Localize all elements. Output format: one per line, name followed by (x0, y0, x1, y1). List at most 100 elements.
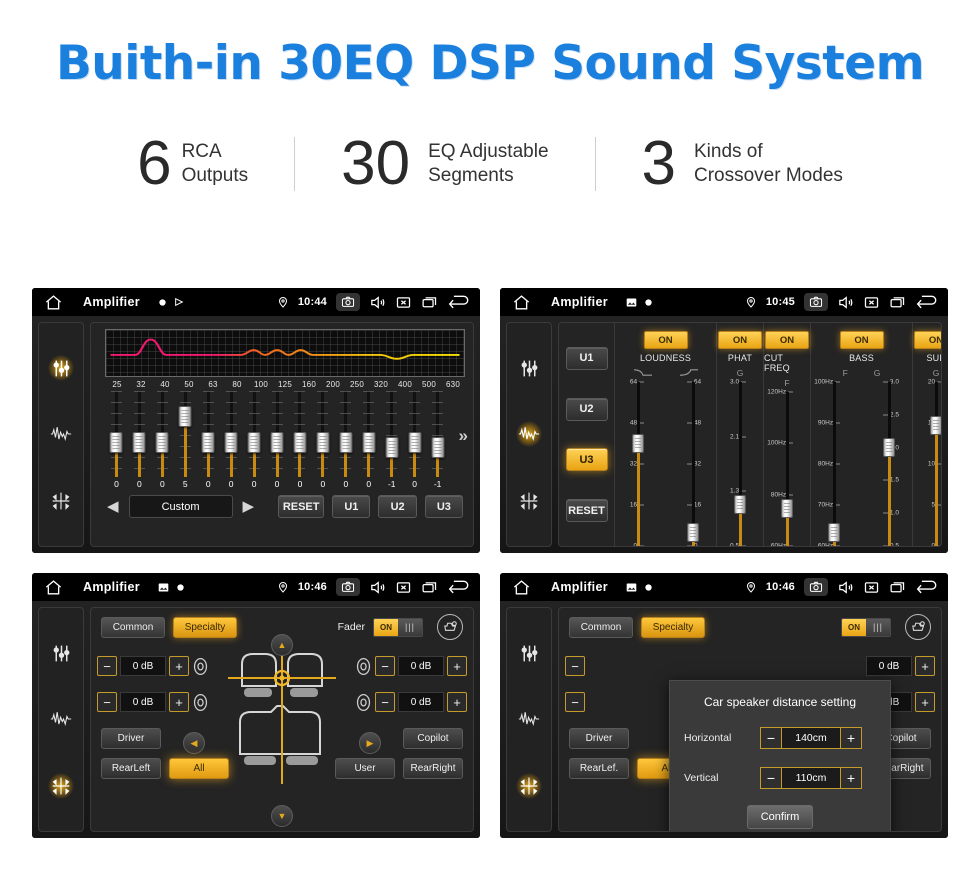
eq-slider-knob[interactable] (316, 431, 330, 453)
camera-icon[interactable] (804, 578, 828, 596)
tab-specialty[interactable]: Specialty (641, 616, 705, 638)
eq-slider-knob[interactable] (362, 431, 376, 453)
toggle-phat[interactable]: ON (718, 331, 762, 349)
preset-u2-button[interactable]: U2 (378, 495, 417, 518)
dsp-fader-2[interactable]: 3.02.52.01.51.00.5 (866, 379, 912, 546)
home-icon[interactable] (44, 578, 63, 597)
eq-slider-250[interactable] (334, 391, 357, 477)
camera-icon[interactable] (336, 578, 360, 596)
preset-prev-button[interactable]: ◀ (105, 499, 121, 514)
eq-slider-160[interactable] (289, 391, 312, 477)
eq-slider-32[interactable] (128, 391, 151, 477)
right-arrow-icon[interactable]: ▶ (359, 732, 381, 754)
volume-icon[interactable] (837, 294, 854, 311)
dsp-fader-1[interactable]: 64 48 32 16 0 (615, 379, 661, 546)
eq-slider-80[interactable] (220, 391, 243, 477)
eq-slider-knob[interactable] (385, 436, 399, 458)
recents-icon[interactable] (421, 294, 438, 311)
sidebar-item-dsp[interactable] (48, 706, 74, 732)
preset-u1-button[interactable]: U1 (332, 495, 371, 518)
increase-button[interactable]: + (840, 727, 862, 749)
tab-common[interactable]: Common (569, 616, 633, 638)
eq-slider-125[interactable] (266, 391, 289, 477)
dsp-fader-1[interactable]: 20151050 (913, 379, 941, 546)
increase-button[interactable]: + (915, 656, 935, 676)
close-box-icon[interactable] (395, 579, 412, 596)
car-seat-settings-icon[interactable] (437, 614, 463, 640)
close-box-icon[interactable] (863, 294, 880, 311)
eq-slider-knob[interactable] (201, 431, 215, 453)
fader-knob[interactable] (883, 437, 895, 457)
tab-specialty[interactable]: Specialty (173, 616, 237, 638)
back-arrow-icon[interactable] (915, 579, 938, 596)
eq-slider-knob[interactable] (109, 431, 123, 453)
back-arrow-icon[interactable] (447, 579, 470, 596)
fader-knob[interactable] (734, 495, 746, 514)
down-arrow-icon[interactable]: ▼ (271, 805, 293, 827)
recents-icon[interactable] (889, 294, 906, 311)
dsp-preset-reset-button[interactable]: RESET (565, 499, 608, 523)
decrease-button[interactable]: − (97, 656, 117, 676)
sidebar-item-balance[interactable] (516, 772, 542, 799)
dsp-fader-2[interactable]: 64 48 32 16 0 (670, 379, 716, 546)
eq-slider-knob[interactable] (224, 431, 238, 453)
volume-icon[interactable] (369, 294, 386, 311)
fader-toggle[interactable]: ON ||| (841, 617, 891, 637)
preset-all-button[interactable]: All (169, 758, 229, 779)
confirm-button[interactable]: Confirm (747, 805, 813, 829)
car-seat-settings-icon[interactable] (905, 614, 931, 640)
increase-button[interactable]: + (915, 692, 935, 712)
back-arrow-icon[interactable] (915, 294, 938, 311)
decrease-button[interactable]: − (760, 727, 782, 749)
toggle-sub[interactable]: ON (914, 331, 941, 349)
fader-knob[interactable] (781, 499, 793, 519)
close-box-icon[interactable] (863, 579, 880, 596)
close-box-icon[interactable] (395, 294, 412, 311)
chevron-double-right-icon[interactable]: » (459, 427, 468, 444)
eq-slider-63[interactable] (197, 391, 220, 477)
decrease-button[interactable]: − (375, 692, 395, 712)
decrease-button[interactable]: − (565, 656, 585, 676)
sidebar-item-equalizer[interactable] (48, 355, 74, 382)
fader-knob[interactable] (930, 416, 941, 436)
decrease-button[interactable]: − (760, 767, 782, 789)
dsp-fader-1[interactable]: 120Hz 100Hz 80Hz 60Hz (764, 389, 810, 546)
home-icon[interactable] (512, 578, 531, 597)
back-arrow-icon[interactable] (447, 294, 470, 311)
increase-button[interactable]: + (840, 767, 862, 789)
left-arrow-icon[interactable]: ◀ (183, 732, 205, 754)
recents-icon[interactable] (421, 579, 438, 596)
eq-slider-320[interactable] (357, 391, 380, 477)
sidebar-item-equalizer[interactable] (516, 355, 542, 381)
sidebar-item-balance[interactable] (48, 488, 74, 514)
eq-slider-40[interactable] (151, 391, 174, 477)
eq-slider-400[interactable] (380, 391, 403, 477)
eq-slider-100[interactable] (243, 391, 266, 477)
camera-icon[interactable] (804, 293, 828, 311)
preset-driver-button[interactable]: Driver (101, 728, 161, 749)
tab-common[interactable]: Common (101, 616, 165, 638)
fader-knob[interactable] (687, 522, 699, 542)
sidebar-item-equalizer[interactable] (516, 640, 542, 666)
eq-slider-50[interactable] (174, 391, 197, 477)
dsp-fader-1[interactable]: 100Hz 90Hz 80Hz 70Hz 60Hz (811, 379, 857, 546)
preset-next-button[interactable]: ▶ (241, 499, 257, 514)
decrease-button[interactable]: − (97, 692, 117, 712)
sidebar-item-dsp[interactable] (516, 706, 542, 732)
preset-rearright-button[interactable]: RearRight (403, 758, 463, 779)
eq-slider-knob[interactable] (431, 436, 445, 458)
home-icon[interactable] (512, 293, 531, 312)
dsp-fader-1[interactable]: 3.0 2.1 1.3 0.5 (717, 379, 763, 546)
volume-icon[interactable] (369, 579, 386, 596)
toggle-bass[interactable]: ON (839, 331, 884, 349)
preset-name-display[interactable]: Custom (128, 495, 233, 518)
sidebar-item-dsp[interactable] (48, 421, 74, 447)
sidebar-item-dsp[interactable] (516, 421, 542, 448)
reset-button[interactable]: RESET (278, 495, 325, 518)
toggle-cut-freq[interactable]: ON (765, 331, 809, 349)
eq-slider-knob[interactable] (247, 431, 261, 453)
home-icon[interactable] (44, 293, 63, 312)
increase-button[interactable]: + (169, 692, 189, 712)
preset-u3-button[interactable]: U3 (424, 495, 463, 518)
decrease-button[interactable]: − (565, 692, 585, 712)
